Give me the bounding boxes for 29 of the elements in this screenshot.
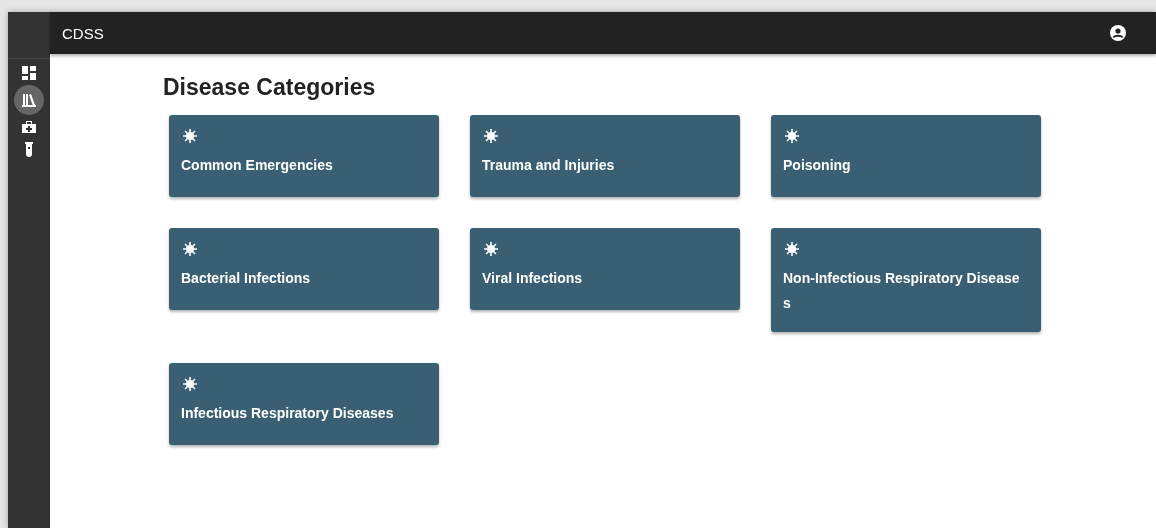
category-card[interactable]: Poisoning <box>771 115 1041 197</box>
dashboard-icon <box>22 66 36 80</box>
medical-bag-icon <box>22 120 36 134</box>
category-label: Poisoning <box>783 156 852 175</box>
category-card[interactable]: Trauma and Injuries <box>470 115 740 197</box>
test-tube-icon <box>24 141 34 157</box>
category-card[interactable]: Non-Infectious Respiratory Diseases <box>771 228 1041 332</box>
nav-item[interactable] <box>14 85 44 115</box>
category-label: Trauma and Injuries <box>482 156 616 175</box>
category-label: Non-Infectious Respiratory Diseases <box>783 269 1021 313</box>
virus-icon <box>785 129 799 143</box>
page-heading: Disease Categories <box>163 74 377 101</box>
category-label: Bacterial Infections <box>181 269 312 288</box>
category-card[interactable]: Common Emergencies <box>169 115 439 197</box>
category-label: Viral Infections <box>482 269 584 288</box>
books-icon <box>22 93 36 107</box>
account-icon[interactable] <box>1110 25 1126 41</box>
category-card[interactable]: Infectious Respiratory Diseases <box>169 363 439 445</box>
virus-icon <box>183 129 197 143</box>
virus-icon <box>785 242 799 256</box>
category-label: Common Emergencies <box>181 156 334 175</box>
category-card[interactable]: Bacterial Infections <box>169 228 439 310</box>
virus-icon <box>183 377 197 391</box>
virus-icon <box>484 129 498 143</box>
virus-icon <box>484 242 498 256</box>
virus-icon <box>183 242 197 256</box>
category-label: Infectious Respiratory Diseases <box>181 404 395 423</box>
app-title: CDSS <box>62 24 104 42</box>
category-card[interactable]: Viral Infections <box>470 228 740 310</box>
